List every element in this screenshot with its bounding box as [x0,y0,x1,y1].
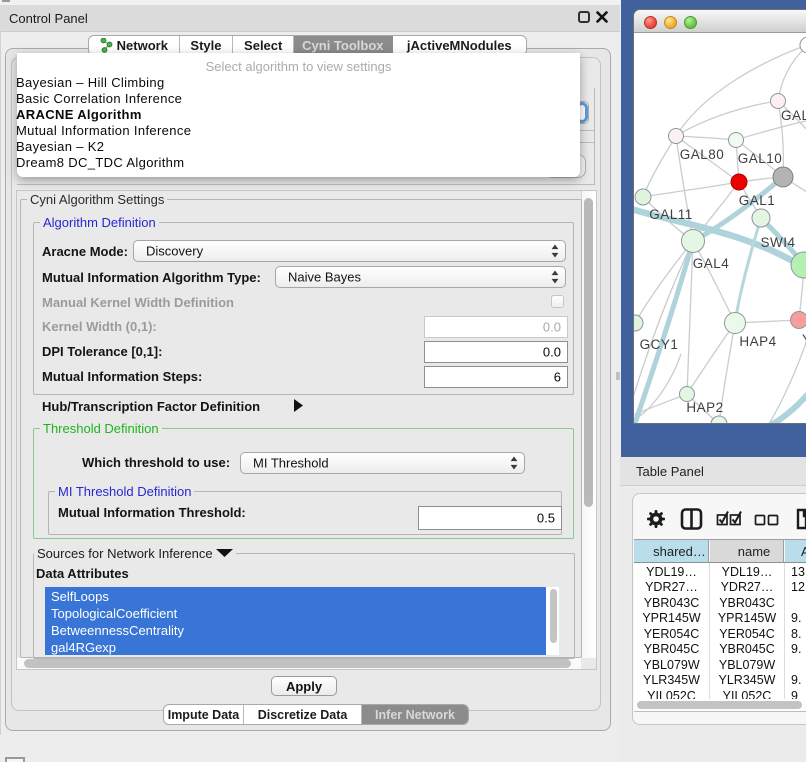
svg-text:GAL80: GAL80 [680,147,725,162]
svg-text:GAL10: GAL10 [738,151,783,166]
svg-text:GAL4: GAL4 [693,256,730,271]
svg-text:GAL2: GAL2 [781,108,806,123]
svg-text:SWI4: SWI4 [760,235,795,250]
svg-text:Y: Y [802,332,806,347]
svg-text:HAP4: HAP4 [739,334,776,349]
svg-text:GAL1: GAL1 [739,193,776,208]
svg-text:GCY1: GCY1 [640,337,679,352]
svg-text:HAP2: HAP2 [686,400,723,415]
svg-text:GAL11: GAL11 [649,207,693,222]
